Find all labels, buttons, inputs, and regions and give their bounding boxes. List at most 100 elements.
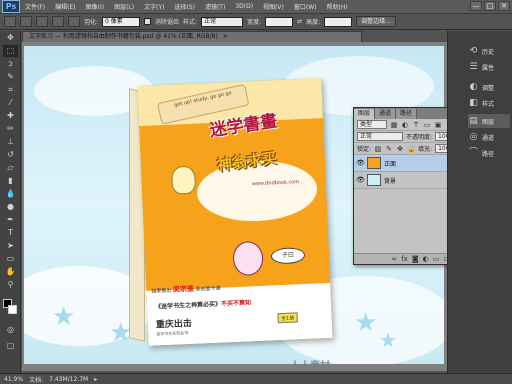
- menu-filter[interactable]: 滤镜(T): [200, 2, 230, 11]
- zoom-level[interactable]: 41.9%: [4, 376, 23, 383]
- type-tool-icon[interactable]: T: [3, 227, 18, 239]
- lock-all-icon[interactable]: 🔒: [407, 145, 416, 153]
- doc-size-label: 文档:: [29, 376, 44, 384]
- menu-type[interactable]: 文字(Y): [139, 2, 169, 11]
- new-adjustment-icon[interactable]: ◐: [423, 255, 429, 263]
- marquee-tool-icon[interactable]: ⬚: [3, 45, 18, 57]
- refine-edge-button[interactable]: 调整边缘...: [356, 16, 396, 27]
- link-layers-icon[interactable]: ∞: [391, 255, 397, 263]
- dock-label: 图层: [482, 118, 495, 126]
- menu-layer[interactable]: 图层(L): [109, 2, 139, 11]
- watermark: 人人素材: [290, 361, 330, 372]
- type-filter-icon[interactable]: T: [412, 121, 420, 129]
- zoom-tool-icon[interactable]: ⚲: [3, 279, 18, 291]
- feather-label: 羽化:: [84, 19, 99, 26]
- visibility-eye-icon[interactable]: 👁: [356, 176, 365, 184]
- clone-stamp-tool-icon[interactable]: ⊥: [3, 136, 18, 148]
- visibility-eye-icon[interactable]: 👁: [356, 159, 365, 167]
- shape-tool-icon[interactable]: ▭: [3, 253, 18, 265]
- gradient-tool-icon[interactable]: ▮: [3, 175, 18, 187]
- layers-icon: ▤: [469, 115, 478, 126]
- eraser-tool-icon[interactable]: ▱: [3, 162, 18, 174]
- shape-filter-icon[interactable]: ▭: [423, 121, 431, 129]
- marquee-tool-preset-icon[interactable]: [4, 16, 16, 27]
- lock-position-icon[interactable]: ✥: [396, 145, 404, 153]
- dock-label: 属性: [482, 64, 495, 72]
- layer-style-icon[interactable]: fx: [401, 255, 408, 263]
- menu-image[interactable]: 图像(I): [81, 2, 109, 11]
- eyedropper-tool-icon[interactable]: ⁄: [3, 97, 18, 109]
- dock-properties[interactable]: ☰ 属性: [468, 60, 510, 74]
- quick-select-tool-icon[interactable]: ✎: [3, 71, 18, 83]
- style-select[interactable]: 正常: [201, 16, 244, 27]
- lock-label: 锁定:: [357, 146, 372, 153]
- history-brush-tool-icon[interactable]: ↺: [3, 149, 18, 161]
- tab-layers[interactable]: 图层: [354, 109, 376, 119]
- dock-paths[interactable]: ⌒ 路径: [468, 146, 510, 160]
- book-cover: get up! study, go go go 迷学書畫 神翁求买 www.dn…: [137, 78, 333, 346]
- dodge-tool-icon[interactable]: ●: [3, 201, 18, 213]
- menu-edit[interactable]: 编辑(E): [50, 2, 80, 11]
- smart-object-filter-icon[interactable]: ▣: [434, 121, 442, 129]
- background-color-swatch[interactable]: [8, 305, 17, 314]
- lasso-tool-icon[interactable]: ↄ: [3, 58, 18, 70]
- dock-adjustments[interactable]: ◐ 调整: [468, 80, 510, 94]
- close-tab-icon[interactable]: ×: [223, 33, 228, 40]
- dock-styles[interactable]: ◧ 样式: [468, 96, 510, 110]
- width-input[interactable]: [265, 16, 294, 27]
- tab-channels[interactable]: 通道: [375, 109, 397, 119]
- dock-history[interactable]: ⟲ 历史: [468, 44, 510, 58]
- feather-input[interactable]: 0 像素: [102, 16, 141, 27]
- intersect-selection-icon[interactable]: [68, 16, 80, 27]
- menu-help[interactable]: 帮助(H): [322, 2, 353, 11]
- quick-mask-icon[interactable]: ◎: [3, 324, 18, 336]
- book-speech-bubble: 子曰: [270, 246, 306, 265]
- style-label: 样式:: [183, 19, 198, 26]
- hand-tool-icon[interactable]: ✋: [3, 266, 18, 278]
- menu-window[interactable]: 窗口(W): [289, 2, 322, 11]
- fill-label: 填充:: [418, 146, 433, 153]
- opacity-label: 不透明度:: [406, 134, 433, 141]
- new-selection-icon[interactable]: [20, 16, 32, 27]
- blend-mode-select[interactable]: 正常: [357, 132, 403, 141]
- antialias-checkbox[interactable]: [144, 18, 152, 25]
- height-input[interactable]: [324, 16, 353, 27]
- new-group-icon[interactable]: ▭: [433, 255, 440, 263]
- tools-panel: ✥ ⬚ ↄ ✎ ⌗ ⁄ ✚ ✏ ⊥ ↺ ▱ ▮ 💧 ● ✒ T ➤ ▭ ✋ ⚲ …: [0, 31, 21, 373]
- add-selection-icon[interactable]: [36, 16, 48, 27]
- layer-kind-filter[interactable]: 类型: [357, 120, 387, 129]
- subtract-selection-icon[interactable]: [52, 16, 64, 27]
- path-selection-tool-icon[interactable]: ➤: [3, 240, 18, 252]
- brush-tool-icon[interactable]: ✏: [3, 123, 18, 135]
- blur-tool-icon[interactable]: 💧: [3, 188, 18, 200]
- dock-layers[interactable]: ▤ 图层: [468, 114, 510, 128]
- adjustment-filter-icon[interactable]: ◐: [401, 121, 409, 129]
- minimize-button[interactable]: —: [470, 1, 482, 11]
- layer-thumbnail: [367, 174, 381, 186]
- dock-channels[interactable]: ◎ 通道: [468, 130, 510, 144]
- menu-select[interactable]: 选择(S): [169, 2, 200, 11]
- screen-mode-icon[interactable]: ▢: [3, 340, 18, 352]
- move-tool-icon[interactable]: ✥: [3, 32, 18, 44]
- menu-bar: Ps 文件(F) 编辑(E) 图像(I) 图层(L) 文字(Y) 选择(S) 滤…: [0, 0, 512, 14]
- menu-file[interactable]: 文件(F): [20, 2, 50, 11]
- healing-brush-tool-icon[interactable]: ✚: [3, 110, 18, 122]
- status-arrow-icon[interactable]: ▸: [94, 376, 97, 383]
- lock-image-icon[interactable]: ✎: [385, 145, 393, 153]
- book-character-cartoon: [232, 240, 264, 277]
- dock-label: 样式: [482, 100, 495, 108]
- document-tab[interactable]: 文字练习 — 利用滤镜和自由制作书籍包装.psd @ 41% (正面, RGB/…: [22, 31, 362, 42]
- lock-transparent-icon[interactable]: ▨: [374, 145, 382, 153]
- menu-view[interactable]: 视图(V): [258, 2, 289, 11]
- pixel-filter-icon[interactable]: ▦: [390, 121, 398, 129]
- swap-icon[interactable]: ⇄: [297, 18, 302, 25]
- book-author-suffix: 卷创意卡通: [193, 285, 221, 293]
- close-button[interactable]: ✕: [498, 1, 510, 11]
- maximize-button[interactable]: □: [484, 1, 496, 11]
- add-mask-icon[interactable]: ◙: [412, 255, 419, 263]
- menu-3d[interactable]: 3D(D): [230, 3, 258, 10]
- crop-tool-icon[interactable]: ⌗: [3, 84, 18, 96]
- tab-paths[interactable]: 路径: [396, 109, 418, 119]
- dock-label: 调整: [482, 84, 495, 92]
- pen-tool-icon[interactable]: ✒: [3, 214, 18, 226]
